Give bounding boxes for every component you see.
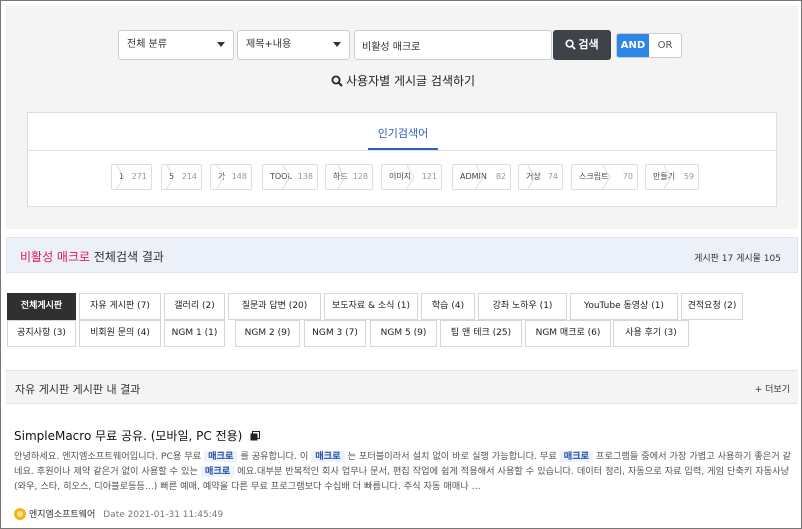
category-select[interactable]: 전체 분류 — [118, 30, 234, 60]
post-meta: 엔지엠소프트웨어 Date 2021-01-31 11:45:49 — [14, 507, 223, 520]
popular-tag-count: 74 — [547, 172, 558, 181]
and-option[interactable]: AND — [617, 34, 649, 57]
popular-tag[interactable]: 1 271 — [111, 164, 152, 190]
tag-divider — [281, 164, 291, 190]
excerpt-text: 는 포터블이라서 설치 없이 바로 실행 가능합니다. 무료 — [344, 451, 560, 462]
popular-tag[interactable]: ADMIN 82 — [452, 164, 511, 190]
search-panel: 전체 분류 제목+내용 검색 AND OR 사용자별 게시글 검색하기 인기검색… — [6, 6, 798, 229]
more-link[interactable]: + 더보기 — [755, 382, 790, 395]
tag-divider — [336, 164, 346, 190]
popular-tag[interactable]: 하드 128 — [325, 164, 373, 190]
popular-tag[interactable]: TOOL 138 — [262, 164, 318, 190]
popular-tag[interactable]: 스크립트 70 — [571, 164, 638, 190]
chevron-down-icon — [333, 42, 341, 47]
search-icon — [331, 75, 343, 87]
popular-tag-count: 121 — [421, 172, 437, 181]
post-title[interactable]: SimpleMacro 무료 공유. (모바일, PC 전용) — [14, 427, 261, 444]
tag-divider — [215, 164, 225, 190]
board-tab[interactable]: 팁 앤 테크 (25) — [440, 320, 522, 347]
post-author[interactable]: 엔지엠소프트웨어 — [29, 510, 95, 520]
post-date: Date 2021-01-31 11:45:49 — [103, 510, 224, 520]
board-tab[interactable]: NGM 2 (9) — [235, 320, 300, 347]
keyword-highlight: 매크로 — [204, 451, 238, 462]
board-tab[interactable]: 강좌 노하우 (1) — [478, 293, 567, 320]
result-title-suffix: 전체검색 결과 — [93, 250, 164, 264]
search-button[interactable]: 검색 — [553, 30, 611, 60]
board-tab[interactable]: 자유 게시판 (7) — [79, 293, 161, 320]
board-tab[interactable]: 보도자료 & 소식 (1) — [324, 293, 418, 320]
post-title-text: SimpleMacro 무료 공유. (모바일, PC 전용) — [14, 429, 243, 443]
tag-divider — [165, 164, 175, 190]
tag-divider — [601, 164, 611, 190]
section-title: 자유 게시판 게시판 내 결과 — [15, 383, 141, 396]
or-option[interactable]: OR — [649, 34, 681, 57]
document-icon — [250, 431, 261, 441]
keyword-highlight: 매크로 — [311, 451, 345, 462]
popular-tag[interactable]: 5 214 — [161, 164, 202, 190]
board-tab[interactable]: YouTube 동영상 (1) — [570, 293, 678, 320]
popular-tag-count: 138 — [297, 172, 313, 181]
board-tab[interactable]: 학습 (4) — [421, 293, 475, 320]
category-select-value: 전체 분류 — [127, 39, 167, 50]
board-tab[interactable]: NGM 1 (1) — [164, 320, 225, 347]
post-excerpt: 안녕하세요. 엔지엠소프트웨어입니다. PC용 무료 매크로 를 공유합니다. … — [14, 449, 794, 494]
popular-tag[interactable]: 이미지 121 — [381, 164, 442, 190]
board-tab[interactable]: 견적요청 (2) — [681, 293, 743, 320]
popular-tag[interactable]: 만들기 59 — [645, 164, 699, 190]
board-tab[interactable]: 질문과 답변 (20) — [228, 293, 321, 320]
excerpt-text: 를 공유합니다. 이 — [237, 451, 312, 462]
tag-divider — [662, 164, 672, 190]
tag-divider — [474, 164, 484, 190]
user-search-link[interactable]: 사용자별 게시글 검색하기 — [331, 72, 475, 89]
search-button-label: 검색 — [578, 38, 599, 51]
divider — [28, 150, 776, 151]
board-tab[interactable]: 사용 후기 (3) — [613, 320, 689, 347]
popular-tag-count: 148 — [231, 172, 247, 181]
search-icon — [565, 39, 577, 50]
result-title: 비활성 매크로 전체검색 결과 — [20, 248, 164, 265]
popular-keywords-tab[interactable]: 인기검색어 — [368, 125, 438, 141]
board-tab[interactable]: 공지사항 (3) — [7, 320, 76, 347]
popular-tag-count: 82 — [495, 172, 506, 181]
tag-divider — [115, 164, 125, 190]
tag-divider — [405, 164, 415, 190]
result-keyword: 비활성 매크로 — [20, 250, 91, 264]
board-tab[interactable]: NGM 3 (7) — [304, 320, 366, 347]
board-tab[interactable]: 갤러리 (2) — [164, 293, 225, 320]
keyword-highlight: 매크로 — [200, 466, 235, 477]
popular-keywords-box: 인기검색어 1 271 5 214 가 148 TOOL 138 하드 128 이미지 121 ADMI… — [27, 112, 777, 207]
field-select-value: 제목+내용 — [246, 39, 292, 50]
board-tab[interactable]: 비회원 문의 (4) — [79, 320, 161, 347]
field-select[interactable]: 제목+내용 — [237, 30, 350, 60]
popular-tag-count: 59 — [683, 172, 694, 181]
tag-divider — [526, 164, 536, 190]
avatar-icon — [14, 508, 26, 520]
board-tab[interactable]: 전체게시판 — [7, 293, 76, 320]
chevron-down-icon — [217, 42, 225, 47]
result-counts: 게시판 17 게시물 105 — [694, 254, 781, 264]
popular-tag[interactable]: 가 148 — [210, 164, 252, 190]
popular-tag-count: 214 — [181, 172, 197, 181]
user-search-label: 사용자별 게시글 검색하기 — [346, 74, 476, 88]
result-summary-bar: 비활성 매크로 전체검색 결과 게시판 17 게시물 105 — [6, 237, 798, 273]
popular-tag-count: 271 — [131, 172, 147, 181]
excerpt-text: 안녕하세요. 엔지엠소프트웨어입니다. PC용 무료 — [14, 451, 205, 462]
page: 전체 분류 제목+내용 검색 AND OR 사용자별 게시글 검색하기 인기검색… — [0, 0, 802, 529]
popular-tag-count: 128 — [352, 172, 368, 181]
popular-tag-count: 70 — [622, 172, 633, 181]
popular-tag[interactable]: 거상 74 — [518, 164, 563, 190]
keyword-input[interactable] — [354, 30, 552, 60]
keyword-highlight: 매크로 — [559, 451, 594, 462]
board-tab[interactable]: NGM 5 (9) — [370, 320, 437, 347]
section-header: 자유 게시판 게시판 내 결과 + 더보기 — [6, 370, 798, 404]
board-tab[interactable]: NGM 매크로 (6) — [525, 320, 611, 347]
and-or-toggle: AND OR — [616, 33, 682, 58]
